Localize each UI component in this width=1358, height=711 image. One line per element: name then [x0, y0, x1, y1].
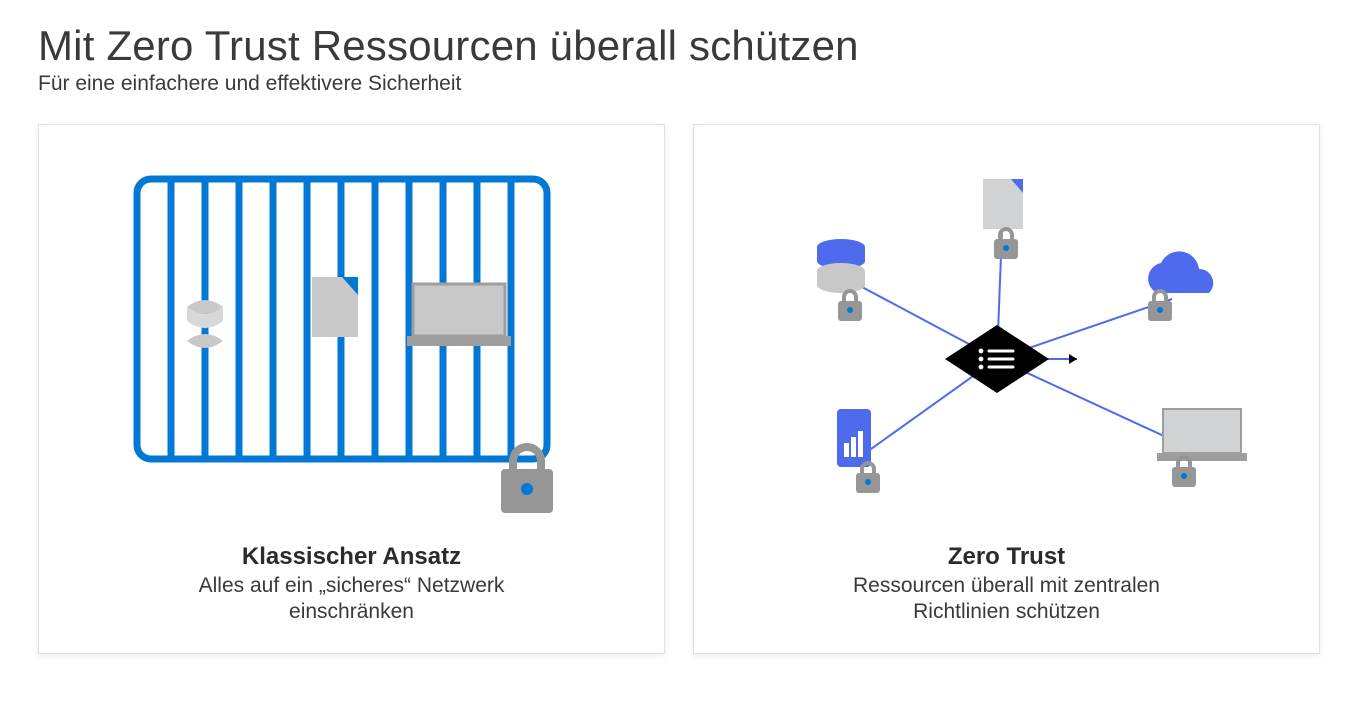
- classic-text-2: einschränken: [199, 599, 505, 625]
- lock-icon: [994, 227, 1018, 259]
- policy-hub-icon: [945, 325, 1049, 393]
- page-subtitle: Für eine einfachere und effektivere Sich…: [38, 72, 1320, 96]
- page-title: Mit Zero Trust Ressourcen überall schütz…: [38, 22, 1320, 70]
- classic-text-1: Alles auf ein „sicheres“ Netzwerk: [199, 573, 505, 599]
- classic-cage-svg: [117, 159, 587, 539]
- lock-icon: [1148, 289, 1172, 321]
- document-icon: [983, 179, 1023, 229]
- cloud-icon: [1148, 251, 1213, 293]
- zero-trust-caption: Zero Trust Ressourcen überall mit zentra…: [853, 543, 1160, 654]
- lock-icon: [838, 289, 862, 321]
- zero-trust-text-2: Richtlinien schützen: [853, 599, 1160, 625]
- laptop-icon: [407, 284, 511, 346]
- classic-caption: Klassischer Ansatz Alles auf ein „sicher…: [199, 543, 505, 654]
- zero-trust-title: Zero Trust: [853, 543, 1160, 571]
- database-icon: [817, 239, 865, 293]
- card-classic: Klassischer Ansatz Alles auf ein „sicher…: [38, 124, 665, 654]
- document-icon: [312, 277, 358, 337]
- classic-title: Klassischer Ansatz: [199, 543, 505, 571]
- zero-trust-svg: [727, 159, 1287, 539]
- zero-trust-text-1: Ressourcen überall mit zentralen: [853, 573, 1160, 599]
- database-icon: [187, 300, 223, 348]
- phone-icon: [837, 409, 871, 467]
- cards-container: Klassischer Ansatz Alles auf ein „sicher…: [38, 124, 1320, 654]
- card-zero-trust: Zero Trust Ressourcen überall mit zentra…: [693, 124, 1320, 654]
- zero-trust-illustration: [694, 155, 1319, 543]
- laptop-icon: [1157, 409, 1247, 461]
- classic-illustration: [39, 155, 664, 543]
